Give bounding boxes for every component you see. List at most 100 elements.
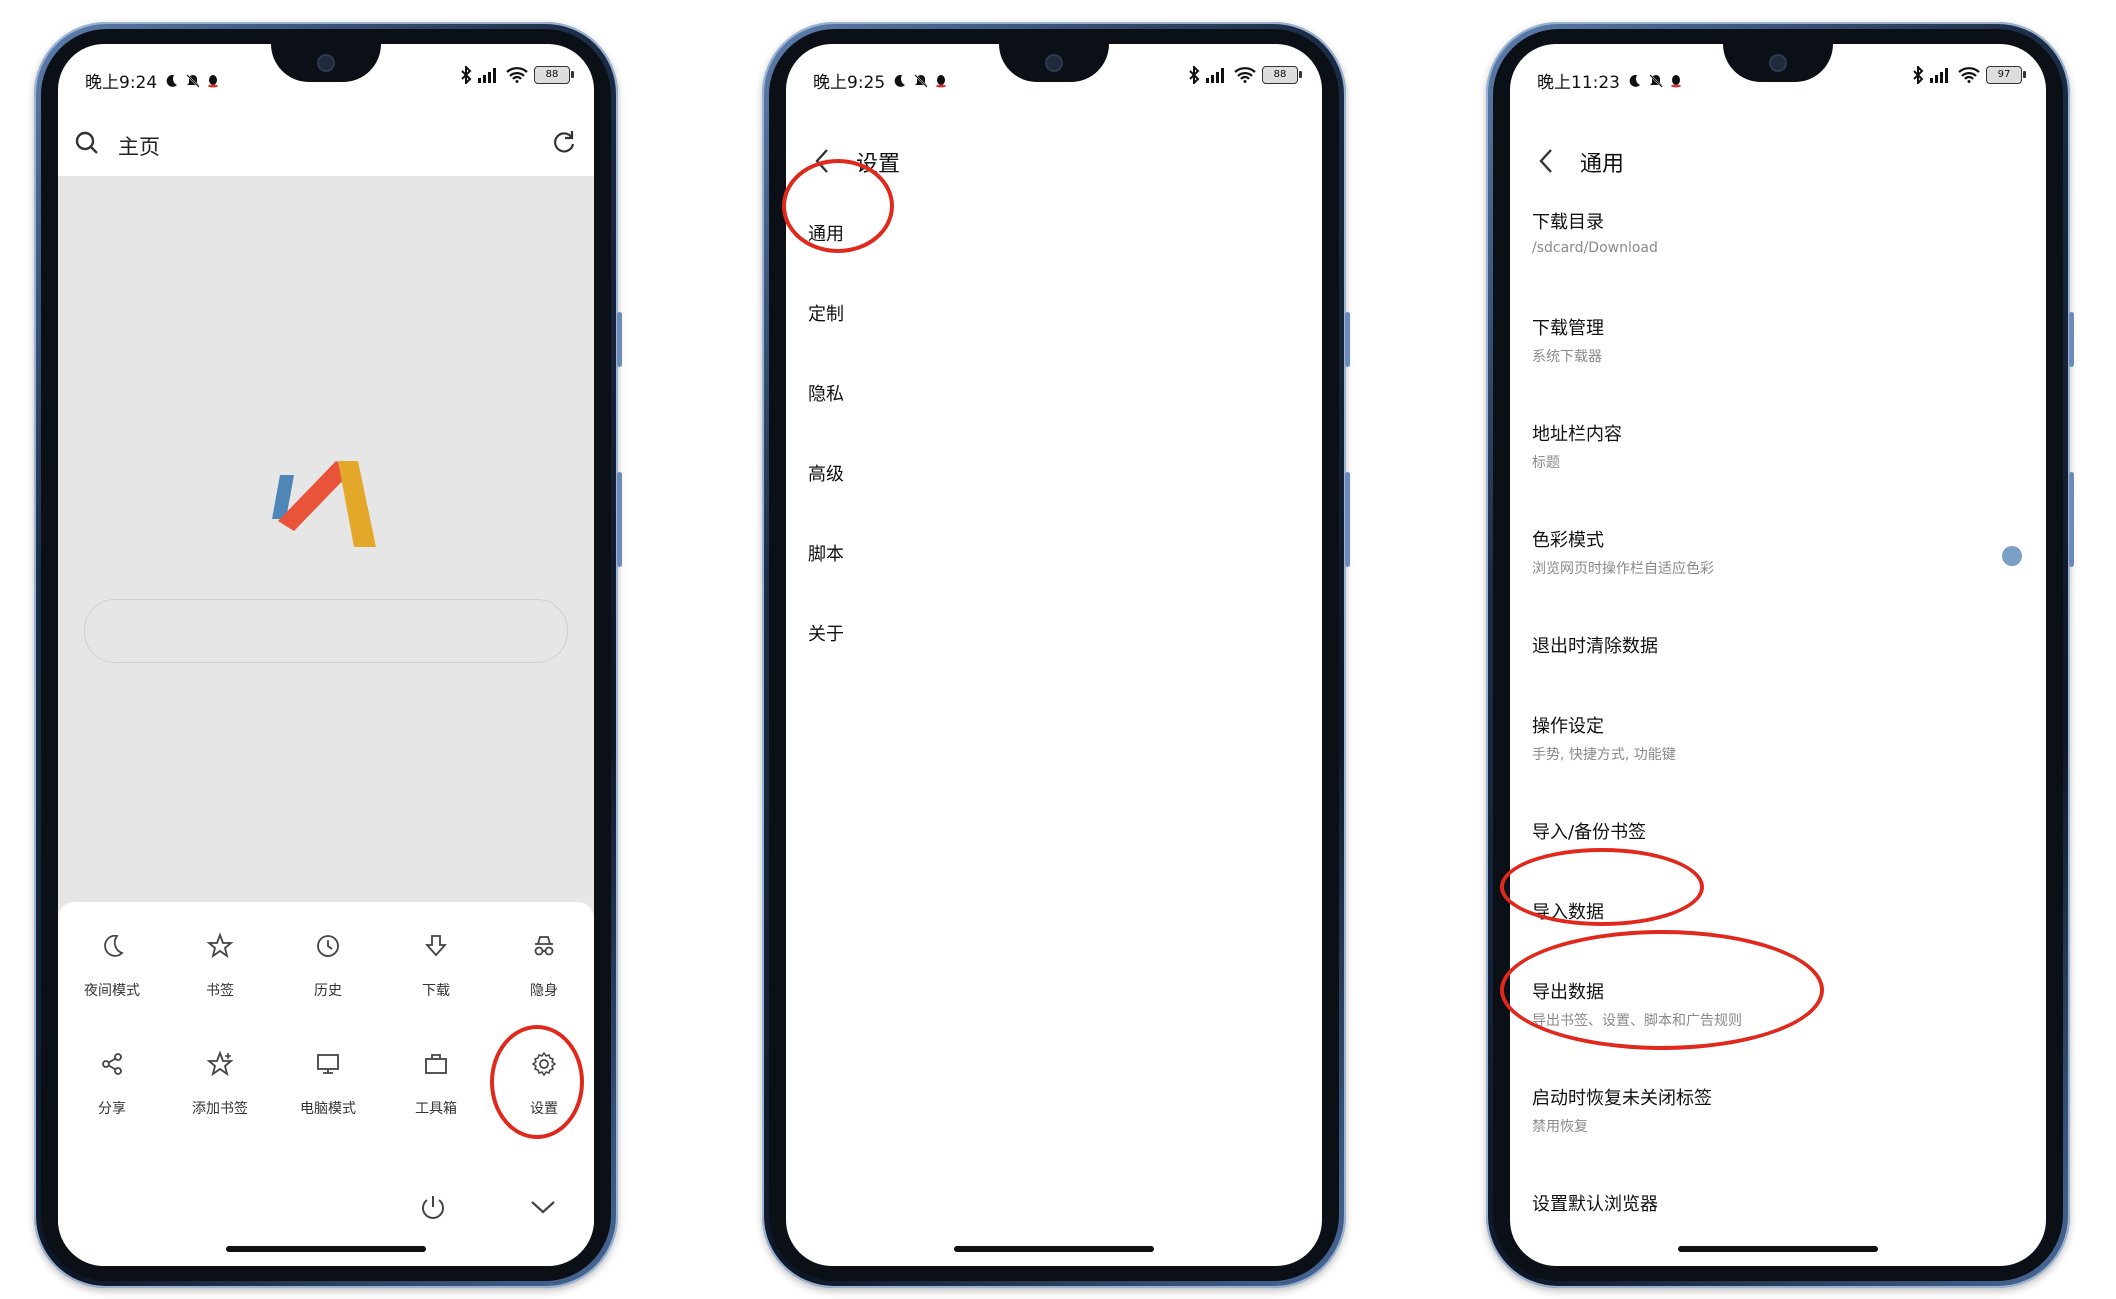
setting-title: 色彩模式 [1532, 530, 1604, 551]
home-content [58, 176, 594, 936]
reload-icon[interactable] [550, 128, 578, 156]
phone-settings: 晚上9:25 88 设置 通用 定制 隐私 高级 脚本 关于 [762, 22, 1350, 1288]
menu-item-label: 隐身 [530, 983, 558, 999]
setting-subtitle: 标题 [1532, 455, 1560, 471]
bluetooth-icon [461, 66, 472, 84]
settings-item-about[interactable]: 关于 [808, 620, 844, 646]
wifi-icon [1958, 67, 1980, 83]
address-bar[interactable]: 主页 [58, 114, 594, 176]
volume-button [1345, 312, 1350, 367]
menu-item-downloads[interactable]: 下载 [382, 926, 490, 1000]
qq-icon [1671, 74, 1681, 87]
battery-icon: 88 [1262, 66, 1302, 84]
settings-item-customize[interactable]: 定制 [808, 300, 844, 326]
menu-item-bookmarks[interactable]: 书签 [166, 926, 274, 1000]
setting-title: 启动时恢复未关闭标签 [1532, 1088, 1712, 1109]
incognito-icon [534, 936, 554, 956]
setting-title: 设置默认浏览器 [1532, 1194, 1658, 1215]
general-header: 通用 [1510, 134, 2046, 190]
setting-title: 地址栏内容 [1532, 424, 1622, 445]
chevron-down-icon[interactable] [528, 1194, 558, 1220]
setting-operations[interactable]: 操作设定 手势, 快捷方式, 功能键 [1532, 712, 2024, 764]
setting-import-backup-bookmarks[interactable]: 导入/备份书签 [1532, 818, 2024, 844]
setting-color-mode[interactable]: 色彩模式 浏览网页时操作栏自适应色彩 [1532, 526, 2024, 578]
menu-item-desktop-mode[interactable]: 电脑模式 [274, 1044, 382, 1118]
setting-subtitle: /sdcard/Download [1532, 240, 1658, 256]
highlight-circle [782, 159, 894, 253]
monitor-icon [317, 1054, 339, 1074]
status-time: 晚上9:25 [813, 73, 886, 93]
setting-title: 下载目录 [1532, 212, 1604, 233]
home-indicator[interactable] [1678, 1246, 1878, 1252]
power-icon[interactable] [418, 1192, 448, 1222]
page-title[interactable]: 主页 [118, 131, 160, 161]
battery-icon: 97 [1986, 66, 2026, 84]
setting-subtitle: 浏览网页时操作栏自适应色彩 [1532, 561, 1714, 577]
volume-button [2069, 312, 2074, 367]
setting-title: 退出时清除数据 [1532, 636, 1658, 657]
setting-download-manager[interactable]: 下载管理 系统下载器 [1532, 314, 2024, 366]
download-icon [424, 935, 448, 957]
star-add-icon [206, 1050, 234, 1077]
volume-button [617, 312, 622, 367]
setting-title: 导入/备份书签 [1532, 822, 1647, 843]
setting-restore-tabs[interactable]: 启动时恢复未关闭标签 禁用恢复 [1532, 1084, 2024, 1136]
setting-default-browser[interactable]: 设置默认浏览器 [1532, 1190, 2024, 1216]
menu-item-toolbox[interactable]: 工具箱 [382, 1044, 490, 1118]
share-icon [102, 1053, 122, 1075]
bluetooth-icon [1189, 66, 1200, 84]
qq-icon [208, 74, 219, 87]
moon-icon [104, 934, 124, 957]
browser-logo [272, 461, 376, 547]
signal-icon [1206, 68, 1224, 83]
setting-subtitle: 手势, 快捷方式, 功能键 [1532, 747, 1676, 763]
search-input[interactable] [84, 599, 568, 663]
moon-icon [166, 74, 178, 87]
phone-general: 晚上11:23 97 通用 下载目录 /sdcard/Download 下载管理… [1486, 22, 2074, 1288]
setting-address-bar-content[interactable]: 地址栏内容 标题 [1532, 420, 2024, 472]
clock-icon [317, 935, 339, 957]
setting-title: 下载管理 [1532, 318, 1604, 339]
settings-item-privacy[interactable]: 隐私 [808, 380, 844, 406]
setting-subtitle: 禁用恢复 [1532, 1119, 1588, 1135]
phone-home: 晚上9:24 88 主页 夜间模式 书签 历史 下载 隐身 分享 添加书签 电脑… [34, 22, 622, 1288]
menu-item-label: 电脑模式 [300, 1101, 356, 1117]
back-arrow-icon[interactable] [1536, 146, 1556, 176]
bell-off-icon [1649, 73, 1663, 88]
signal-icon [478, 68, 496, 83]
home-indicator[interactable] [954, 1246, 1154, 1252]
menu-item-night-mode[interactable]: 夜间模式 [58, 926, 166, 1000]
highlight-circle [1500, 930, 1824, 1050]
setting-subtitle: 系统下载器 [1532, 349, 1602, 365]
menu-item-label: 历史 [314, 983, 342, 999]
menu-item-add-bookmark[interactable]: 添加书签 [166, 1044, 274, 1118]
menu-item-label: 添加书签 [192, 1101, 248, 1117]
menu-item-incognito[interactable]: 隐身 [490, 926, 594, 1000]
page-title: 通用 [1580, 152, 1625, 177]
menu-item-share[interactable]: 分享 [58, 1044, 166, 1118]
menu-item-history[interactable]: 历史 [274, 926, 382, 1000]
bluetooth-icon [1913, 66, 1924, 84]
home-indicator[interactable] [226, 1246, 426, 1252]
search-icon[interactable] [72, 128, 102, 158]
highlight-circle [1500, 848, 1704, 926]
menu-item-label: 夜间模式 [84, 983, 140, 999]
bell-off-icon [914, 73, 928, 88]
setting-clear-on-exit[interactable]: 退出时清除数据 [1532, 632, 2024, 658]
menu-item-label: 工具箱 [415, 1101, 457, 1117]
highlight-circle [490, 1025, 584, 1139]
toolbox-icon [425, 1054, 447, 1074]
screen: 晚上11:23 97 通用 下载目录 /sdcard/Download 下载管理… [1510, 44, 2046, 1266]
bell-off-icon [186, 73, 200, 88]
moon-icon [894, 74, 906, 87]
power-side-button [2069, 472, 2074, 567]
settings-item-scripts[interactable]: 脚本 [808, 540, 844, 566]
battery-icon: 88 [534, 66, 574, 84]
setting-download-dir[interactable]: 下载目录 /sdcard/Download [1532, 208, 2024, 256]
settings-item-advanced[interactable]: 高级 [808, 460, 844, 486]
menu-item-label: 下载 [422, 983, 450, 999]
menu-item-label: 分享 [98, 1101, 126, 1117]
color-mode-toggle[interactable] [2002, 546, 2022, 566]
signal-icon [1930, 68, 1948, 83]
moon-icon [1629, 74, 1640, 87]
